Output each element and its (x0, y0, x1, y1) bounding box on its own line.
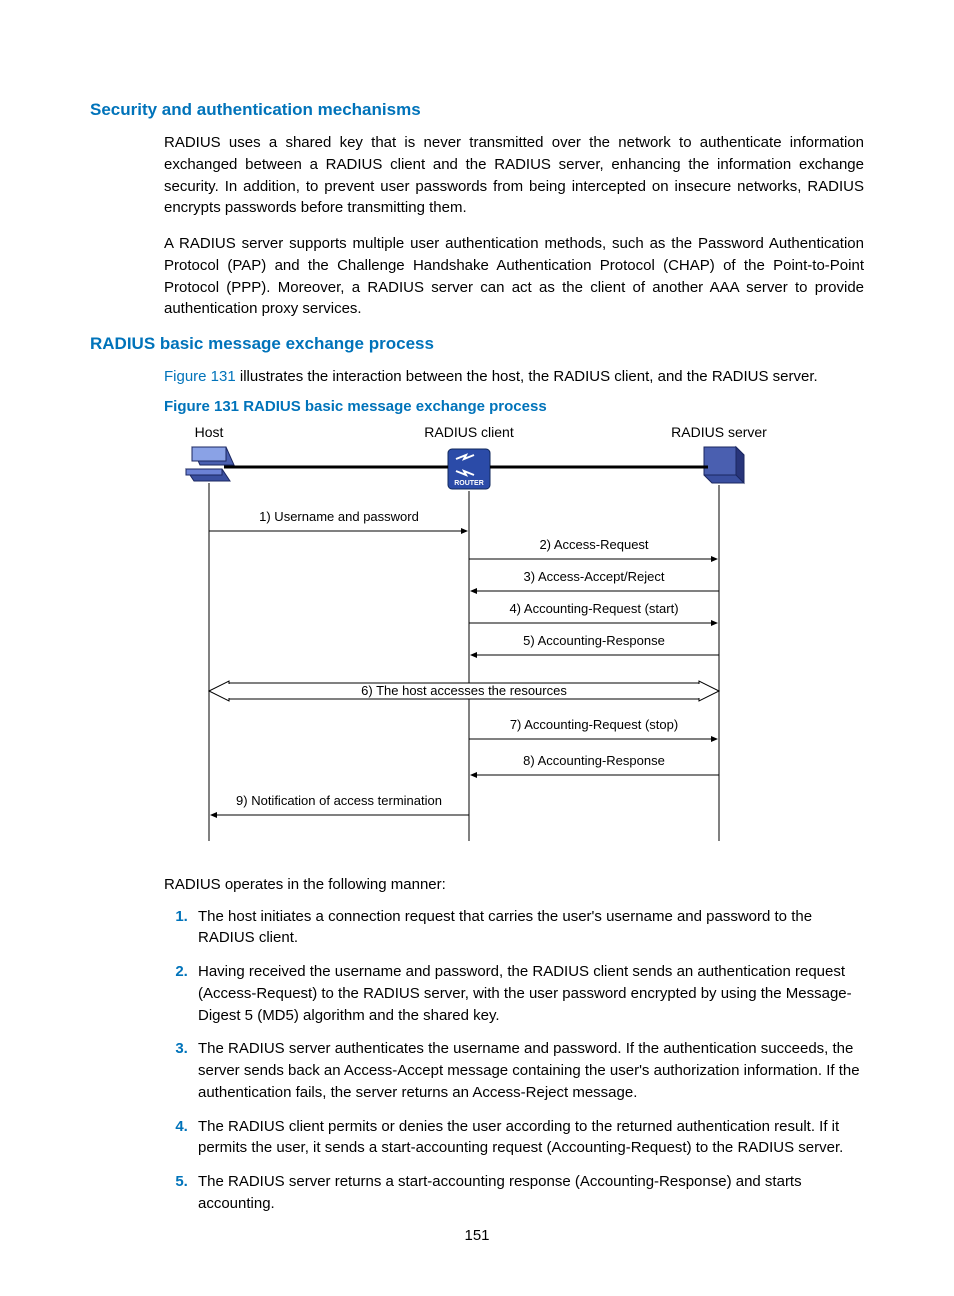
figure-caption: Figure 131 RADIUS basic message exchange… (164, 398, 864, 415)
router-icon: ROUTER (448, 449, 490, 489)
server-icon (704, 447, 744, 483)
step4-label: 4) Accounting-Request (start) (509, 601, 678, 616)
list-item: The RADIUS server returns a start-accoun… (192, 1171, 864, 1215)
page-number: 151 (0, 1227, 954, 1244)
step9-label: 9) Notification of access termination (236, 793, 442, 808)
figure-diagram: Host RADIUS client RADIUS server ROUTER (164, 421, 864, 856)
heading-security: Security and authentication mechanisms (90, 100, 864, 120)
intro-rest: illustrates the interaction between the … (236, 368, 818, 385)
after-fig-line: RADIUS operates in the following manner: (164, 874, 864, 896)
page: Security and authentication mechanisms R… (0, 0, 954, 1296)
step1-label: 1) Username and password (259, 509, 419, 524)
list-item: Having received the username and passwor… (192, 961, 864, 1026)
label-host: Host (195, 424, 224, 440)
list-item: The host initiates a connection request … (192, 906, 864, 950)
step2-label: 2) Access-Request (539, 537, 648, 552)
step8-label: 8) Accounting-Response (523, 753, 665, 768)
step3-label: 3) Access-Accept/Reject (524, 569, 665, 584)
host-icon (186, 447, 234, 481)
list-item: The RADIUS server authenticates the user… (192, 1038, 864, 1103)
step5-label: 5) Accounting-Response (523, 633, 665, 648)
heading-radius-process: RADIUS basic message exchange process (90, 334, 864, 354)
label-server: RADIUS server (671, 424, 767, 440)
para-security-2: A RADIUS server supports multiple user a… (164, 233, 864, 320)
step7-label: 7) Accounting-Request (stop) (510, 717, 678, 732)
step6-label: 6) The host accesses the resources (361, 683, 567, 698)
intro-line: Figure 131 illustrates the interaction b… (164, 366, 864, 388)
para-security-1: RADIUS uses a shared key that is never t… (164, 132, 864, 219)
steps-list: The host initiates a connection request … (164, 906, 864, 1215)
router-label: ROUTER (454, 480, 484, 487)
figure-ref-link[interactable]: Figure 131 (164, 368, 236, 385)
list-item: The RADIUS client permits or denies the … (192, 1116, 864, 1160)
label-client: RADIUS client (424, 424, 514, 440)
